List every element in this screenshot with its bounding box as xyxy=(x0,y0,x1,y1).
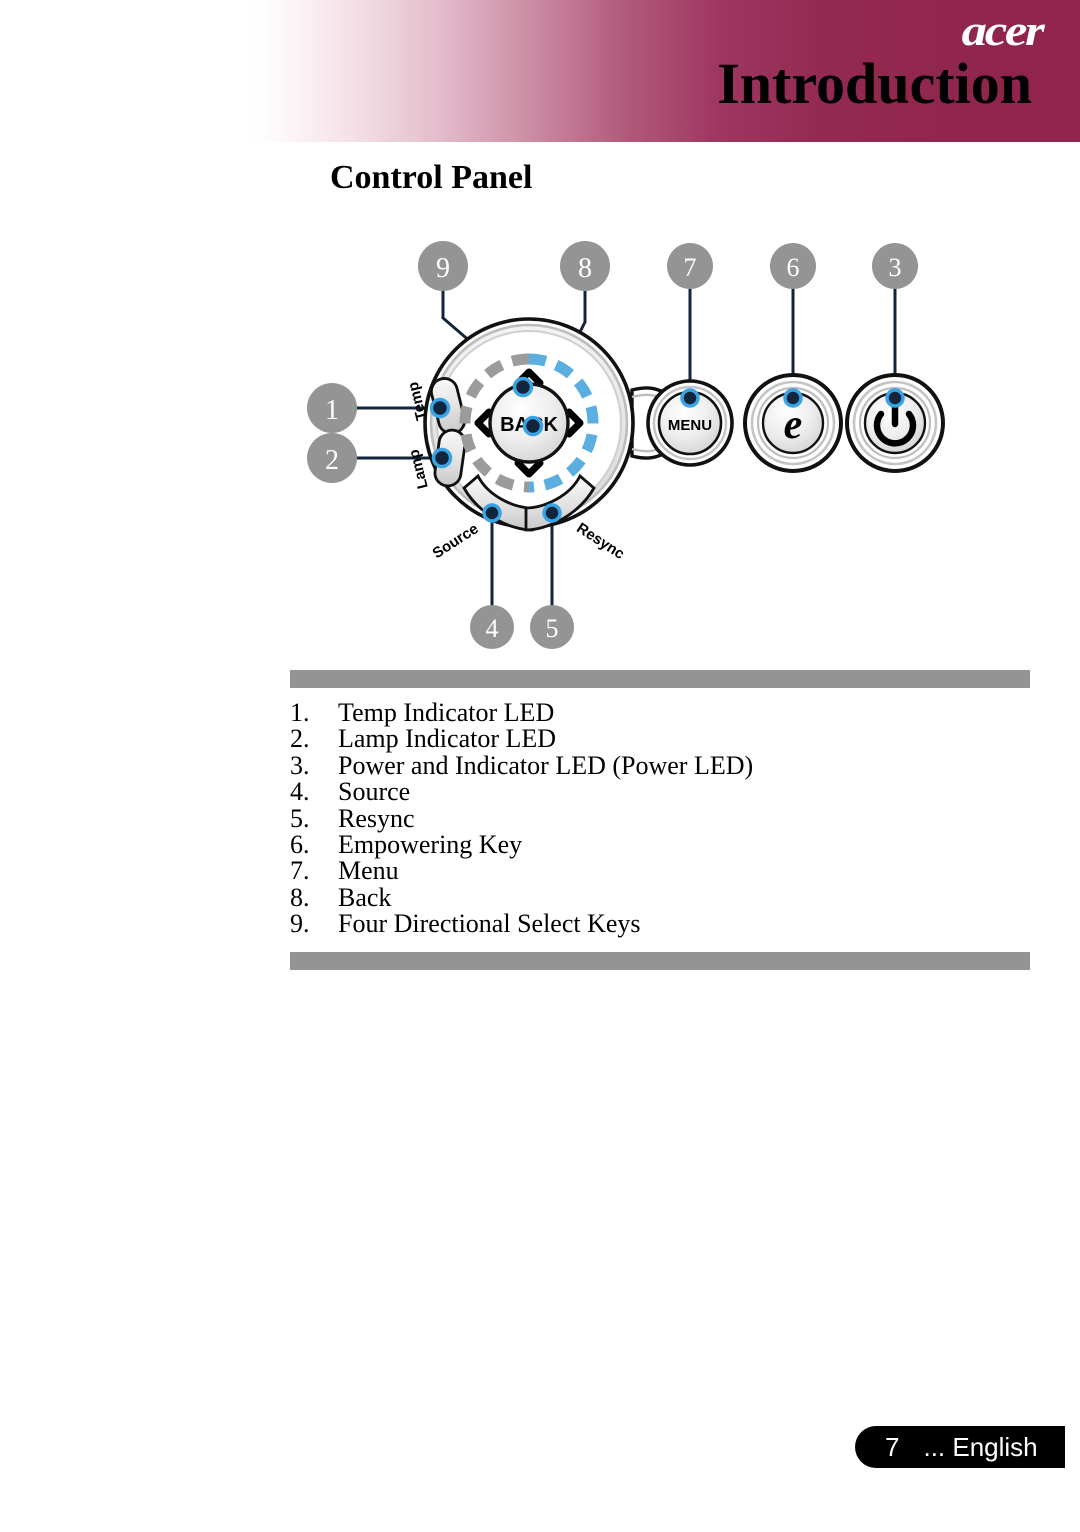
callout-badge-1: 1 xyxy=(307,383,357,433)
callout-badge-7: 7 xyxy=(667,243,713,289)
list-item-number: 7. xyxy=(290,856,310,886)
acer-logo: acer xyxy=(961,8,1044,55)
svg-text:7: 7 xyxy=(684,253,697,282)
svg-text:2: 2 xyxy=(325,445,339,476)
empowering-key-label: e xyxy=(784,402,803,448)
list-item: 1. Temp Indicator LED xyxy=(290,698,1030,727)
lamp-label: Lamp xyxy=(406,448,432,491)
divider-bar-top xyxy=(290,670,1030,688)
list-item-label: Back xyxy=(338,882,392,912)
list-item-label: Resync xyxy=(338,803,415,833)
list-item: 3. Power and Indicator LED (Power LED) xyxy=(290,750,1030,780)
callout-badge-8: 8 xyxy=(560,241,610,291)
callout-badge-6: 6 xyxy=(770,243,816,289)
list-item-number: 3. xyxy=(290,750,310,780)
menu-button-label: MENU xyxy=(668,417,712,434)
callout-badge-2: 2 xyxy=(307,433,357,483)
list-item: 7. Menu xyxy=(290,856,1030,886)
svg-text:5: 5 xyxy=(546,614,559,643)
list-item: 5. Resync xyxy=(290,803,1030,833)
list-item-number: 5. xyxy=(290,803,310,833)
svg-text:4: 4 xyxy=(486,614,499,643)
list-item: 8. Back xyxy=(290,882,1030,912)
svg-text:1: 1 xyxy=(325,395,339,426)
list-item-number: 8. xyxy=(290,882,310,912)
svg-text:3: 3 xyxy=(889,253,902,282)
page-title: Introduction xyxy=(717,51,1032,116)
header-banner: Introduction acer xyxy=(0,0,1080,142)
list-item-label: Four Directional Select Keys xyxy=(338,909,641,939)
list-item-label: Temp Indicator LED xyxy=(338,698,555,727)
list-item-number: 9. xyxy=(290,909,310,939)
section-heading: Control Panel xyxy=(330,159,533,196)
divider-bar-bottom xyxy=(290,952,1030,970)
footer-page-tab: 7 ... English xyxy=(855,1426,1065,1468)
list-item-label: Menu xyxy=(338,856,399,886)
control-panel-diagram: BACK MENU e Te xyxy=(280,230,1040,650)
list-item-number: 1. xyxy=(290,698,310,727)
callout-badge-9: 9 xyxy=(418,241,468,291)
callout-badge-5: 5 xyxy=(530,605,574,649)
list-item-label: Lamp Indicator LED xyxy=(338,724,557,754)
list-item-number: 6. xyxy=(290,830,310,860)
control-panel-item-list: 1. Temp Indicator LED 2. Lamp Indicator … xyxy=(290,698,1030,939)
svg-text:8: 8 xyxy=(578,253,592,284)
list-item: 4. Source xyxy=(290,777,1030,807)
footer-language: ... English xyxy=(923,1431,1038,1462)
callout-badge-3: 3 xyxy=(872,243,918,289)
svg-text:9: 9 xyxy=(436,253,450,284)
list-item-number: 4. xyxy=(290,777,310,807)
list-item: 6. Empowering Key xyxy=(290,830,1030,860)
list-item-label: Power and Indicator LED (Power LED) xyxy=(338,750,754,780)
list-item-label: Empowering Key xyxy=(338,830,523,860)
resync-label: Resync xyxy=(573,520,627,563)
source-label: Source xyxy=(430,520,482,562)
footer-page-number: 7 xyxy=(885,1431,900,1462)
list-item-number: 2. xyxy=(290,724,310,754)
list-item: 2. Lamp Indicator LED xyxy=(290,724,1030,754)
list-item: 9. Four Directional Select Keys xyxy=(290,909,1030,939)
svg-text:6: 6 xyxy=(787,253,800,282)
callout-badge-4: 4 xyxy=(470,605,514,649)
list-item-label: Source xyxy=(338,777,411,807)
